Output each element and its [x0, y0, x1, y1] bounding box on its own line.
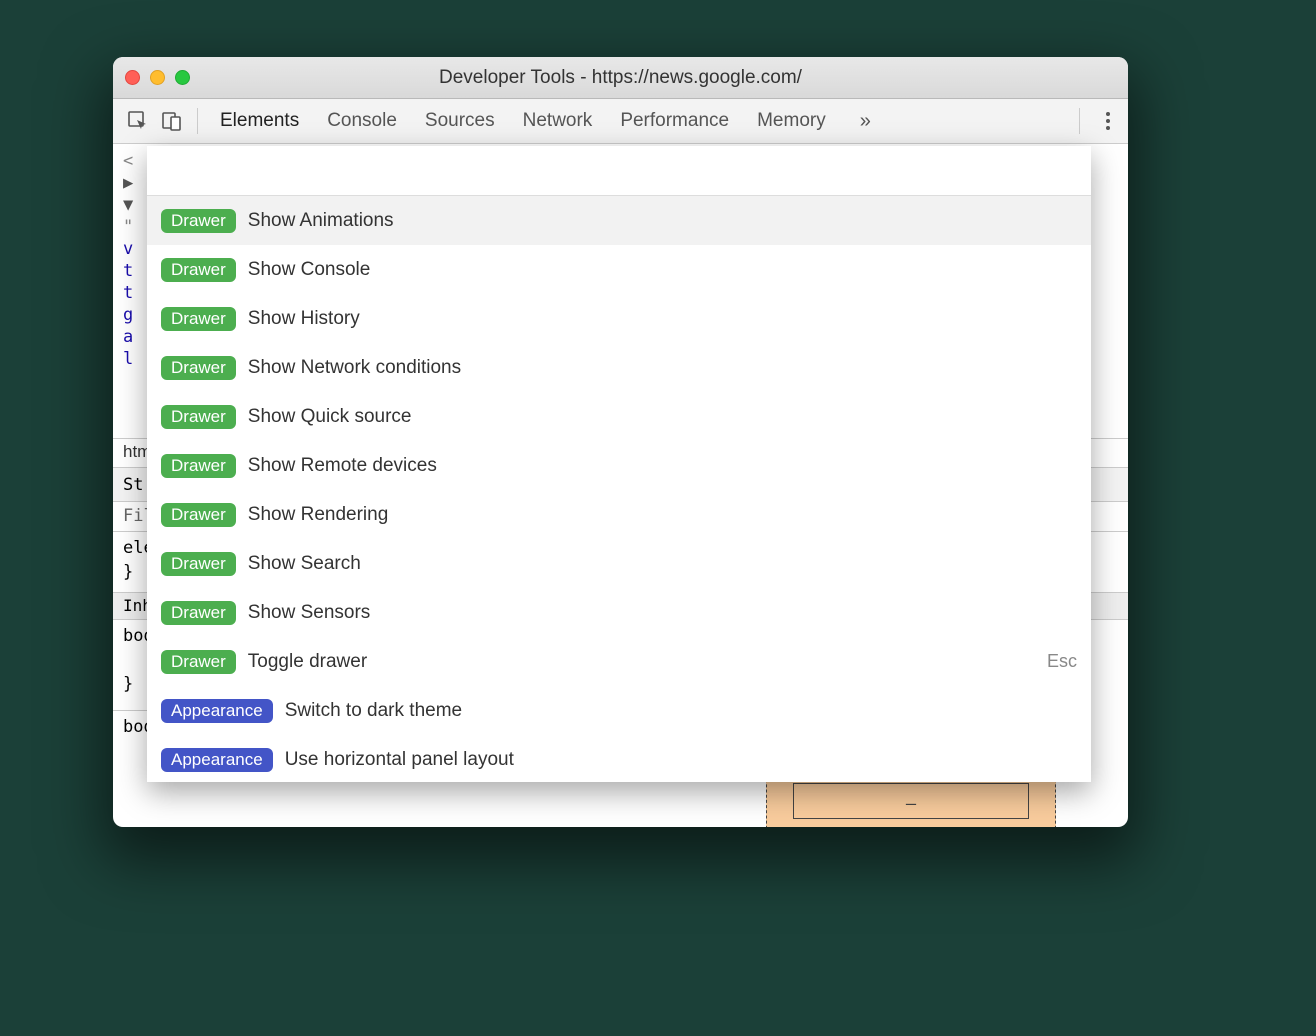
- toolbar-separator: [197, 108, 198, 134]
- tab-console[interactable]: Console: [327, 110, 397, 132]
- command-category-badge: Drawer: [161, 503, 236, 527]
- command-label: Switch to dark theme: [285, 700, 462, 722]
- command-item[interactable]: Drawer Show Quick source: [147, 392, 1091, 441]
- device-toggle-icon[interactable]: [155, 104, 189, 138]
- command-label: Show Search: [248, 553, 361, 575]
- tab-network[interactable]: Network: [523, 110, 593, 132]
- window-controls: [125, 70, 190, 85]
- command-category-badge: Drawer: [161, 307, 236, 331]
- tab-elements[interactable]: Elements: [220, 110, 299, 132]
- command-label: Show Quick source: [248, 406, 412, 428]
- devtools-window: Developer Tools - https://news.google.co…: [113, 57, 1128, 827]
- command-item[interactable]: Drawer Toggle drawer Esc: [147, 637, 1091, 686]
- command-shortcut: Esc: [1047, 651, 1077, 672]
- inspect-element-icon[interactable]: [121, 104, 155, 138]
- panel-content: < ▶ ▼ " v t t g a l htm St Filt ele } In…: [113, 144, 1128, 827]
- command-category-badge: Drawer: [161, 454, 236, 478]
- command-item[interactable]: Appearance Use horizontal panel layout: [147, 735, 1091, 782]
- toolbar-separator-2: [1079, 108, 1080, 134]
- close-icon[interactable]: [125, 70, 140, 85]
- command-label: Show Console: [248, 259, 371, 281]
- command-label: Show Sensors: [248, 602, 371, 624]
- devtools-toolbar: Elements Console Sources Network Perform…: [113, 99, 1128, 144]
- minimize-icon[interactable]: [150, 70, 165, 85]
- more-menu-icon[interactable]: [1096, 112, 1120, 130]
- command-label: Show Rendering: [248, 504, 388, 526]
- command-label: Show Animations: [248, 210, 394, 232]
- command-category-badge: Drawer: [161, 552, 236, 576]
- command-item[interactable]: Drawer Show Network conditions: [147, 343, 1091, 392]
- command-category-badge: Drawer: [161, 405, 236, 429]
- command-category-badge: Drawer: [161, 209, 236, 233]
- tabs-overflow-icon[interactable]: »: [854, 110, 877, 133]
- command-category-badge: Drawer: [161, 258, 236, 282]
- command-item[interactable]: Drawer Show Animations: [147, 196, 1091, 245]
- command-item[interactable]: Drawer Show History: [147, 294, 1091, 343]
- titlebar[interactable]: Developer Tools - https://news.google.co…: [113, 57, 1128, 99]
- tab-memory[interactable]: Memory: [757, 110, 826, 132]
- command-label: Toggle drawer: [248, 651, 367, 673]
- command-item[interactable]: Appearance Switch to dark theme: [147, 686, 1091, 735]
- command-item[interactable]: Drawer Show Sensors: [147, 588, 1091, 637]
- command-palette-list: DrawerShow AnimationsDrawerShow ConsoleD…: [147, 196, 1091, 782]
- command-category-badge: Drawer: [161, 650, 236, 674]
- command-item[interactable]: Drawer Show Search: [147, 539, 1091, 588]
- command-label: Use horizontal panel layout: [285, 749, 514, 771]
- tab-performance[interactable]: Performance: [620, 110, 729, 132]
- command-palette: DrawerShow AnimationsDrawerShow ConsoleD…: [147, 146, 1091, 782]
- command-label: Show History: [248, 308, 360, 330]
- command-item[interactable]: Drawer Show Remote devices: [147, 441, 1091, 490]
- zoom-icon[interactable]: [175, 70, 190, 85]
- command-item[interactable]: Drawer Show Console: [147, 245, 1091, 294]
- command-category-badge: Drawer: [161, 601, 236, 625]
- command-category-badge: Drawer: [161, 356, 236, 380]
- command-item[interactable]: Drawer Show Rendering: [147, 490, 1091, 539]
- box-model-value: –: [906, 794, 916, 814]
- window-title: Developer Tools - https://news.google.co…: [113, 67, 1128, 89]
- command-label: Show Network conditions: [248, 357, 461, 379]
- command-category-badge: Appearance: [161, 748, 273, 772]
- command-palette-input-row: [147, 146, 1091, 196]
- tab-sources[interactable]: Sources: [425, 110, 495, 132]
- command-category-badge: Appearance: [161, 699, 273, 723]
- command-label: Show Remote devices: [248, 455, 437, 477]
- panel-tabs: Elements Console Sources Network Perform…: [206, 110, 1071, 133]
- command-palette-input[interactable]: [161, 160, 1077, 182]
